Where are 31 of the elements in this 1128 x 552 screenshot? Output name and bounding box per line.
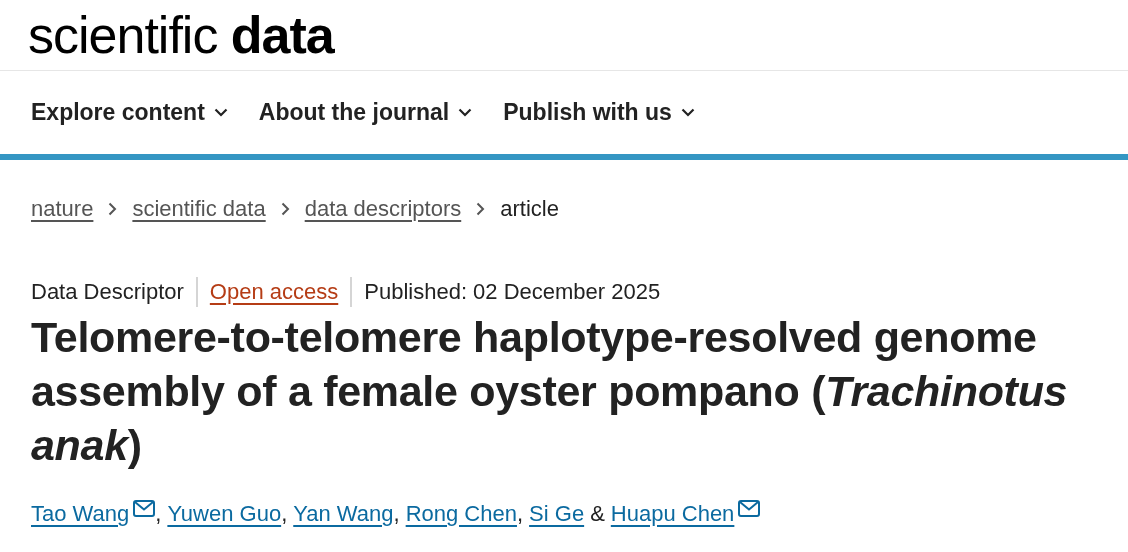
email-icon[interactable] [738, 500, 761, 517]
breadcrumb-link[interactable]: data descriptors [304, 196, 462, 222]
chevron-down-icon [680, 108, 695, 117]
author-link[interactable]: Tao Wang [31, 500, 130, 527]
chevron-right-icon [476, 202, 486, 216]
chevron-down-icon [213, 108, 228, 117]
open-access-link[interactable]: Open access [209, 279, 339, 305]
author-link[interactable]: Si Ge [529, 500, 585, 527]
chevron-right-icon [108, 202, 118, 216]
email-icon[interactable] [133, 500, 156, 517]
nav-menu-button[interactable]: About the journal [258, 99, 473, 126]
author-link[interactable]: Huapu Chen [610, 500, 735, 527]
article-title: Telomere-to-telomere haplotype-resolved genome assembly of a female oyster pompano (Trachinotus anak) [31, 312, 1069, 471]
published-date: Published: 02 December 2025 [364, 279, 661, 305]
article-type: Data Descriptor [31, 279, 184, 305]
breadcrumb-link[interactable]: scientific data [132, 196, 266, 222]
author-separator: , [516, 500, 524, 527]
author-separator: , [155, 500, 162, 527]
nav-menu-button[interactable]: Publish with us [503, 99, 695, 126]
author-link[interactable]: Rong Chen [405, 500, 517, 527]
author-link[interactable]: Yan Wang [293, 500, 394, 527]
author-link[interactable]: Yuwen Guo [167, 500, 282, 527]
nav-menu-button[interactable]: Explore content [31, 99, 228, 126]
author-separator: & [590, 500, 605, 527]
breadcrumb-link[interactable]: nature [31, 196, 94, 222]
author-separator: , [393, 500, 400, 527]
chevron-right-icon [280, 202, 290, 216]
breadcrumb-current: article [500, 196, 559, 222]
chevron-down-icon [458, 108, 473, 117]
journal-logo[interactable]: scientific data [28, 9, 334, 61]
author-separator: , [281, 500, 288, 527]
